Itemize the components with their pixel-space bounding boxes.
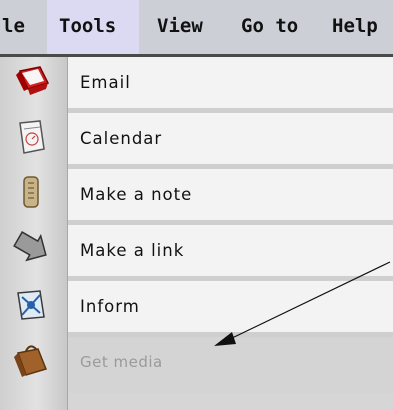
menu-item-get-media: Get media	[68, 337, 393, 393]
media-bag-icon	[0, 337, 68, 393]
menu-item-inform[interactable]: Inform	[68, 281, 393, 337]
menu-item-make-a-note[interactable]: Make a note	[68, 169, 393, 225]
menu-item-make-a-link[interactable]: Make a link	[68, 225, 393, 281]
inform-icon	[0, 281, 68, 337]
link-arrow-icon	[0, 225, 68, 281]
menu-view[interactable]: View	[157, 0, 203, 54]
menu-file[interactable]: le	[0, 0, 42, 54]
note-icon	[0, 169, 68, 225]
menu-tools[interactable]: Tools	[47, 0, 139, 54]
menu-item-calendar[interactable]: Calendar	[68, 113, 393, 169]
calendar-icon	[0, 113, 68, 169]
menu-go-to[interactable]: Go to	[241, 0, 298, 54]
tools-dropdown-menu: Email Calendar Make a note Make a link I…	[0, 57, 393, 410]
envelope-icon	[0, 57, 68, 113]
menu-help[interactable]: Help	[332, 0, 378, 54]
menu-item-email[interactable]: Email	[68, 57, 393, 113]
menu-bar: le Tools View Go to Help	[0, 0, 393, 57]
